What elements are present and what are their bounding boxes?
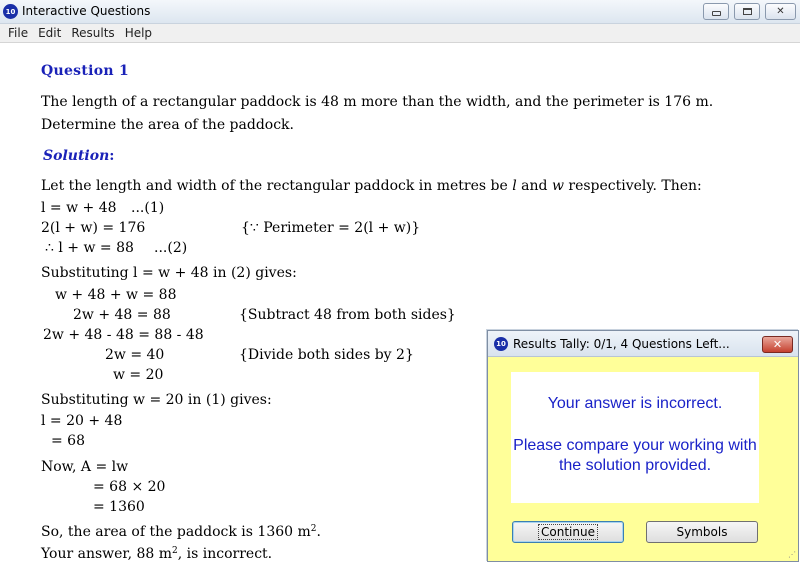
- menu-edit[interactable]: Edit: [33, 26, 66, 40]
- result-2: = 68: [51, 433, 85, 449]
- step-4: 2w = 40: [105, 347, 165, 363]
- result-message-box: Your answer is incorrect. Please compare…: [511, 372, 759, 503]
- symbols-button[interactable]: Symbols: [646, 521, 758, 543]
- equation-1: l = w + 48: [41, 200, 117, 216]
- equation-2: 2(l + w) = 176: [41, 220, 146, 236]
- minimize-icon: [711, 10, 721, 16]
- substitution-2-text: Substituting w = 20 in (1) gives:: [41, 392, 272, 408]
- question-text-line2: Determine the area of the paddock.: [41, 117, 294, 133]
- symbols-label: Symbols: [676, 525, 728, 539]
- continue-label: Continue: [538, 524, 598, 540]
- equation-3: ∴ l + w = 88: [45, 240, 134, 256]
- window-title: Interactive Questions: [22, 4, 151, 18]
- dialog-title-bar[interactable]: 10 Results Tally: 0/1, 4 Questions Left.…: [488, 331, 798, 357]
- area-step-3: = 1360: [93, 499, 145, 515]
- area-step-2: = 68 × 20: [93, 479, 166, 495]
- close-icon: ✕: [772, 338, 783, 351]
- intro-w: w: [551, 178, 564, 194]
- result-1: l = 20 + 48: [41, 413, 123, 429]
- title-bar: 10 Interactive Questions ✕: [0, 0, 800, 24]
- app-icon: 10: [3, 4, 18, 19]
- incorrect-message: Your answer is incorrect.: [547, 395, 723, 412]
- intro-part-a: Let the length and width of the rectangu…: [41, 178, 513, 194]
- your-answer-suffix: , is incorrect.: [177, 546, 273, 562]
- compare-message: Please compare your working with the sol…: [513, 437, 757, 474]
- solution-colon: :: [109, 148, 115, 164]
- solution-intro: Let the length and width of the rectangu…: [41, 178, 702, 194]
- substitution-1-text: Substituting l = w + 48 in (2) gives:: [41, 265, 297, 281]
- minimize-button[interactable]: [703, 3, 729, 20]
- dialog-title: Results Tally: 0/1, 4 Questions Left...: [513, 337, 730, 351]
- conclusion: So, the area of the paddock is 1360 m2.: [41, 521, 321, 540]
- step-3: 2w + 48 - 48 = 88 - 48: [43, 327, 204, 343]
- step-2-note: {Subtract 48 from both sides}: [239, 307, 456, 323]
- your-answer-text: Your answer, 88 m: [41, 546, 173, 562]
- menu-file[interactable]: File: [3, 26, 33, 40]
- dialog-app-icon: 10: [494, 337, 508, 351]
- menu-help[interactable]: Help: [120, 26, 157, 40]
- resize-grip-icon[interactable]: ⋰: [788, 550, 796, 559]
- close-window-button[interactable]: ✕: [765, 3, 796, 20]
- maximize-icon: [742, 8, 752, 15]
- conclusion-text: So, the area of the paddock is 1360 m: [41, 524, 311, 540]
- step-5: w = 20: [113, 367, 164, 383]
- menu-results[interactable]: Results: [66, 26, 119, 40]
- solution-heading: Solution:: [43, 148, 114, 164]
- intro-part-b: and: [516, 178, 552, 194]
- your-answer: Your answer, 88 m2, is incorrect.: [41, 543, 272, 562]
- equation-3-tag: ...(2): [154, 240, 188, 256]
- maximize-button[interactable]: [734, 3, 760, 20]
- continue-button[interactable]: Continue: [512, 521, 624, 543]
- equation-2-note: {∵ Perimeter = 2(l + w)}: [241, 220, 421, 236]
- solution-title: Solution: [43, 148, 110, 164]
- step-1: w + 48 + w = 88: [55, 287, 177, 303]
- step-2: 2w + 48 = 88: [73, 307, 171, 323]
- results-tally-dialog: 10 Results Tally: 0/1, 4 Questions Left.…: [487, 330, 799, 562]
- step-4-note: {Divide both sides by 2}: [239, 347, 414, 363]
- area-step-1: Now, A = lw: [41, 459, 129, 475]
- equation-1-tag: ...(1): [131, 200, 165, 216]
- question-title: Question 1: [41, 63, 130, 79]
- close-icon: ✕: [776, 6, 785, 17]
- dialog-close-button[interactable]: ✕: [762, 336, 793, 353]
- intro-part-c: respectively. Then:: [563, 178, 702, 194]
- menu-bar: File Edit Results Help: [0, 24, 800, 43]
- question-text-line1: The length of a rectangular paddock is 4…: [41, 94, 714, 110]
- conclusion-period: .: [316, 524, 321, 540]
